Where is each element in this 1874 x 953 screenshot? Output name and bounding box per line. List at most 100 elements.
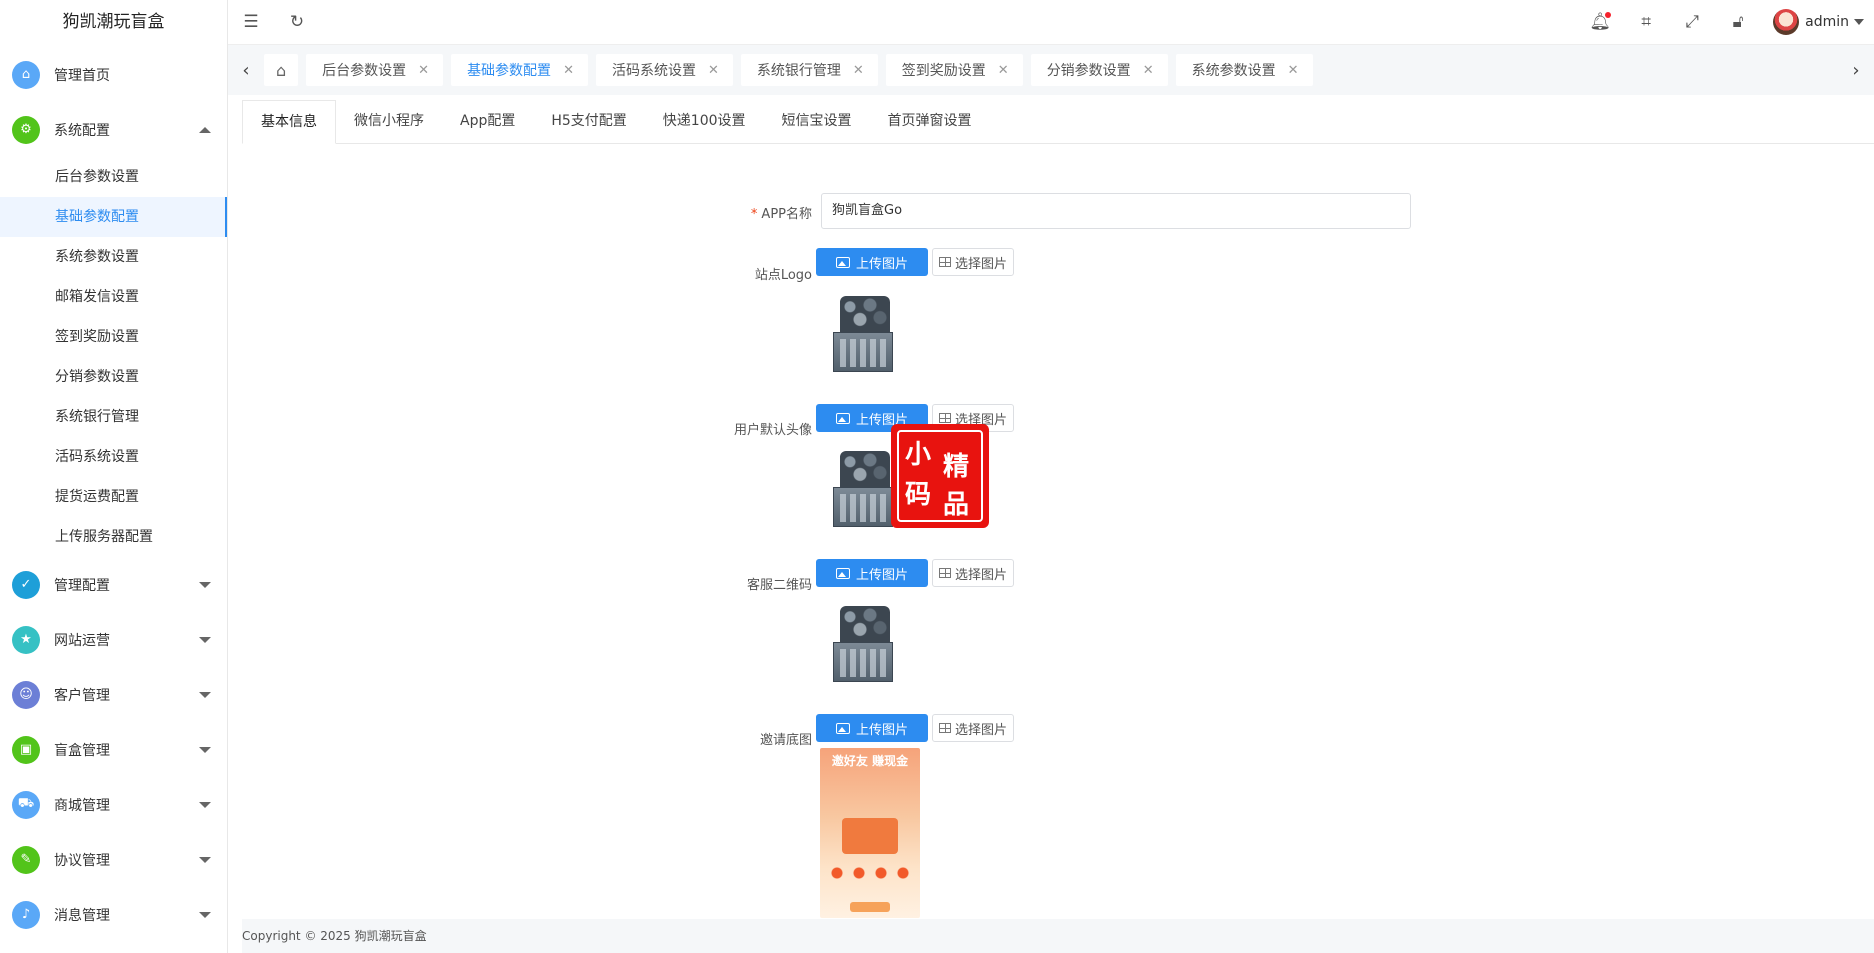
tag-label: 后台参数设置 bbox=[322, 63, 407, 79]
sidebar-item-mall[interactable]: ⛟ 商城管理 bbox=[0, 777, 227, 832]
sidebar-item-home[interactable]: ⌂ 管理首页 bbox=[0, 47, 227, 102]
submenu-item-checkin-rewards[interactable]: 签到奖励设置 bbox=[0, 317, 227, 357]
sidebar-item-system-config[interactable]: ⚙ 系统配置 bbox=[0, 102, 227, 157]
tab-basic-info[interactable]: 基本信息 bbox=[242, 100, 336, 144]
close-icon[interactable]: ✕ bbox=[853, 63, 864, 78]
tag-label: 活码系统设置 bbox=[611, 63, 696, 79]
grid-icon bbox=[938, 723, 951, 733]
grid-icon bbox=[938, 257, 951, 267]
button-label: 上传图片 bbox=[855, 567, 908, 583]
service-qr-preview[interactable] bbox=[830, 600, 896, 686]
sidebar-item-label: 管理配置 bbox=[54, 577, 110, 594]
image-icon bbox=[835, 256, 850, 268]
close-icon[interactable]: ✕ bbox=[1143, 63, 1154, 78]
product-image bbox=[830, 600, 896, 686]
user-menu[interactable]: admin bbox=[1773, 9, 1864, 35]
tab-h5-pay[interactable]: H5支付配置 bbox=[533, 100, 644, 143]
lock-icon[interactable]: 🔓︎ bbox=[1715, 0, 1761, 45]
button-label: 选择图片 bbox=[954, 722, 1007, 738]
site-logo-select-button[interactable]: 选择图片 bbox=[932, 248, 1014, 276]
tag-item[interactable]: 系统银行管理 ✕ bbox=[740, 54, 878, 86]
fullscreen-icon[interactable]: ⤢ bbox=[1669, 0, 1715, 45]
submenu-item-basic-params[interactable]: 基础参数配置 bbox=[0, 197, 227, 237]
site-logo-preview[interactable] bbox=[830, 290, 896, 376]
sidebar-item-label: 客户管理 bbox=[54, 687, 110, 704]
tag-item[interactable]: 后台参数设置 ✕ bbox=[306, 54, 444, 86]
close-icon[interactable]: ✕ bbox=[998, 63, 1009, 78]
service-qr-select-button[interactable]: 选择图片 bbox=[932, 559, 1014, 587]
tag-icon[interactable]: ⌗ bbox=[1623, 0, 1669, 45]
sidebar-item-label: 商城管理 bbox=[54, 797, 110, 814]
image-icon bbox=[835, 722, 850, 734]
bell-icon[interactable]: 🔔︎ bbox=[1577, 0, 1623, 45]
chevron-up-icon bbox=[199, 126, 211, 133]
watermark-stamp: 小 精 码 品 bbox=[891, 424, 989, 528]
submenu-item-mail-settings[interactable]: 邮箱发信设置 bbox=[0, 277, 227, 317]
tag-item[interactable]: 分销参数设置 ✕ bbox=[1030, 54, 1168, 86]
sidebar-item-admin-config[interactable]: ✓ 管理配置 bbox=[0, 557, 227, 612]
image-icon bbox=[835, 567, 850, 579]
top-header: ☰ ↻ 🔔︎ ⌗ ⤢ 🔓︎ admin bbox=[228, 0, 1874, 45]
chevron-down-icon bbox=[199, 691, 211, 698]
close-icon[interactable]: ✕ bbox=[708, 63, 719, 78]
poster-button-image bbox=[850, 902, 890, 912]
sidebar-item-site-ops[interactable]: ★ 网站运营 bbox=[0, 612, 227, 667]
invite-bg-upload-button[interactable]: 上传图片 bbox=[816, 714, 928, 742]
tag-label: 分销参数设置 bbox=[1046, 63, 1131, 79]
submenu-item-backend-params[interactable]: 后台参数设置 bbox=[0, 157, 227, 197]
service-qr-upload-button[interactable]: 上传图片 bbox=[816, 559, 928, 587]
username: admin bbox=[1805, 14, 1849, 30]
sidebar-item-label: 协议管理 bbox=[54, 852, 110, 869]
tab-sms[interactable]: 短信宝设置 bbox=[764, 100, 870, 143]
grid-icon bbox=[938, 413, 951, 423]
tab-app-config[interactable]: App配置 bbox=[442, 100, 533, 143]
submenu-item-upload-server[interactable]: 上传服务器配置 bbox=[0, 517, 227, 557]
tags-next-button[interactable]: › bbox=[1838, 45, 1874, 95]
invite-bg-preview[interactable]: 邀好友 赚现金 bbox=[820, 748, 920, 918]
submenu-item-bank-management[interactable]: 系统银行管理 bbox=[0, 397, 227, 437]
default-avatar-preview[interactable] bbox=[830, 445, 896, 531]
grid-icon bbox=[938, 568, 951, 578]
sidebar-item-customers[interactable]: ☺ 客户管理 bbox=[0, 667, 227, 722]
refresh-icon[interactable]: ↻ bbox=[274, 0, 320, 45]
submenu-item-distribution-params[interactable]: 分销参数设置 bbox=[0, 357, 227, 397]
gear-icon: ⚙ bbox=[12, 115, 40, 144]
close-icon[interactable]: ✕ bbox=[418, 63, 429, 78]
submenu-item-system-params[interactable]: 系统参数设置 bbox=[0, 237, 227, 277]
sidebar-item-label: 管理首页 bbox=[54, 67, 110, 84]
basic-info-form: * APP名称 狗凯盲盒Go 站点Logo 上传图片 选择图片 用户默认头像 上传… bbox=[242, 144, 1874, 919]
shield-icon: ✓ bbox=[12, 570, 40, 599]
menu-fold-icon[interactable]: ☰ bbox=[228, 0, 274, 45]
chevron-down-icon bbox=[199, 636, 211, 643]
button-label: 上传图片 bbox=[855, 256, 908, 272]
tab-wechat-miniprogram[interactable]: 微信小程序 bbox=[336, 100, 442, 143]
sidebar-item-agreements[interactable]: ✎ 协议管理 bbox=[0, 832, 227, 887]
stamp-char: 精 bbox=[943, 452, 970, 482]
tag-item[interactable]: 签到奖励设置 ✕ bbox=[885, 54, 1023, 86]
tab-home-popup[interactable]: 首页弹窗设置 bbox=[870, 100, 990, 143]
close-icon[interactable]: ✕ bbox=[563, 63, 574, 78]
submenu-item-livecode-settings[interactable]: 活码系统设置 bbox=[0, 437, 227, 477]
service-qr-label: 客服二维码 bbox=[746, 578, 812, 593]
tag-item[interactable]: 活码系统设置 ✕ bbox=[595, 54, 733, 86]
submenu-item-shipping-fee[interactable]: 提货运费配置 bbox=[0, 477, 227, 517]
sidebar-item-messages[interactable]: ♪ 消息管理 bbox=[0, 887, 227, 942]
gift-icon: ▣ bbox=[12, 735, 40, 764]
invite-bg-select-button[interactable]: 选择图片 bbox=[932, 714, 1014, 742]
home-icon: ⌂ bbox=[276, 60, 287, 80]
stamp-char: 小 bbox=[905, 440, 932, 470]
notification-dot bbox=[1605, 11, 1612, 18]
chevron-down-icon bbox=[199, 911, 211, 918]
sidebar-item-blindbox[interactable]: ▣ 盲盒管理 bbox=[0, 722, 227, 777]
tag-home[interactable]: ⌂ bbox=[264, 54, 299, 86]
app-name-input[interactable]: 狗凯盲盒Go bbox=[821, 193, 1411, 229]
button-label: 选择图片 bbox=[954, 567, 1007, 583]
tag-item[interactable]: 系统参数设置 ✕ bbox=[1175, 54, 1313, 86]
tag-item-active[interactable]: 基础参数配置 ✕ bbox=[451, 54, 588, 86]
close-icon[interactable]: ✕ bbox=[1288, 63, 1299, 78]
stamp-char: 码 bbox=[905, 480, 932, 510]
tags-prev-button[interactable]: ‹ bbox=[228, 45, 264, 95]
chevron-down-icon bbox=[199, 581, 211, 588]
site-logo-upload-button[interactable]: 上传图片 bbox=[816, 248, 928, 276]
tab-kuaidi100[interactable]: 快递100设置 bbox=[645, 100, 764, 143]
